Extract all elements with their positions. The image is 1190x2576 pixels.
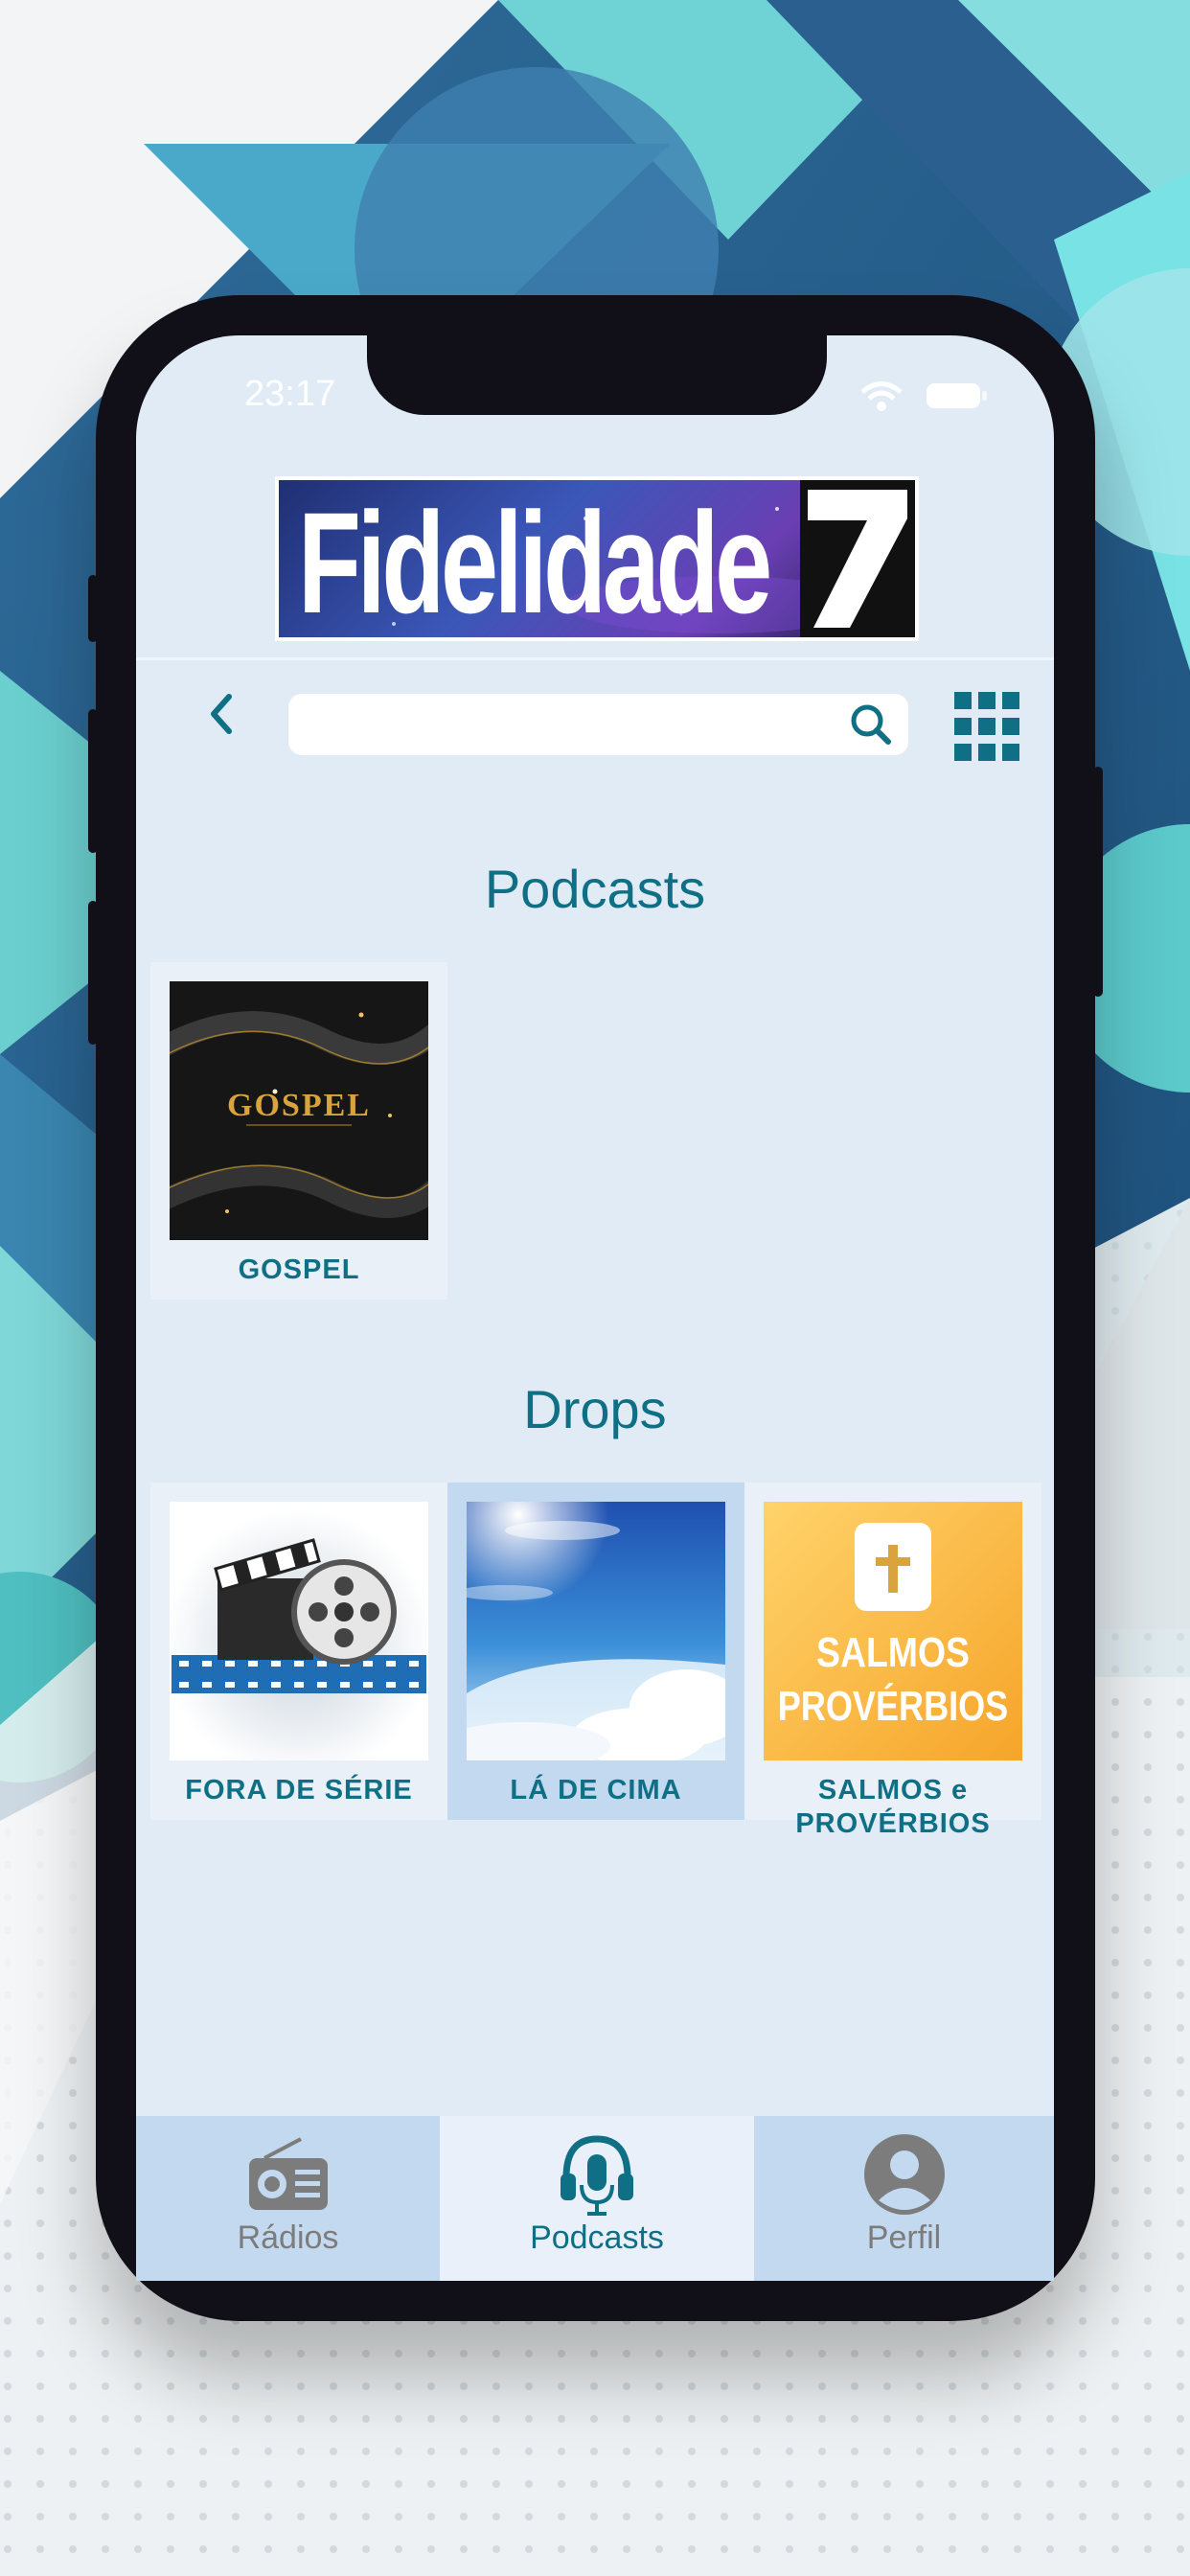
card-label-gospel: GOSPEL: [238, 1254, 360, 1285]
header-divider: [136, 657, 1054, 660]
tab-perfil[interactable]: Perfil: [754, 2116, 1054, 2281]
drop-card-fora-de-serie[interactable]: FORA DE SÉRIE: [150, 1483, 447, 1820]
tab-label-podcasts: Podcasts: [530, 2220, 664, 2256]
drop-card-la-de-cima[interactable]: LÁ DE CIMA: [447, 1483, 744, 1820]
tab-label-perfil: Perfil: [866, 2220, 942, 2256]
tab-radios[interactable]: Rádios: [136, 2116, 440, 2281]
gospel-cover-text: GOSPEL: [227, 1088, 371, 1123]
drop-card-salmos-proverbios[interactable]: SALMOS PROVÉRBIOS SALMOS e PROVÉRBIOS: [744, 1483, 1041, 1839]
fora-de-serie-cover-image: [170, 1502, 428, 1760]
section-title-podcasts: Podcasts: [484, 859, 706, 919]
logo-text: Fidelidade: [298, 482, 772, 641]
tab-label-radios: Rádios: [237, 2220, 339, 2256]
film-reel-art: [172, 1538, 426, 1693]
card-label-fora-de-serie: FORA DE SÉRIE: [185, 1775, 413, 1806]
la-de-cima-cover-image: [467, 1502, 725, 1760]
phone-power-button: [1093, 767, 1103, 997]
user-icon: [863, 2134, 945, 2215]
search-input[interactable]: [288, 694, 908, 755]
salmos-cover-text-1: SALMOS: [816, 1628, 970, 1676]
tab-podcasts[interactable]: Podcasts: [440, 2116, 754, 2281]
card-label-salmos-proverbios: SALMOS e PROVÉRBIOS: [795, 1775, 991, 1839]
grid-view-icon[interactable]: [954, 692, 1019, 761]
wifi-icon: [860, 381, 903, 411]
section-title-drops: Drops: [523, 1379, 667, 1439]
gospel-cover-image: GOSPEL: [170, 981, 428, 1240]
back-button[interactable]: [196, 685, 244, 743]
search-icon[interactable]: [849, 702, 893, 747]
salmos-cover-image: SALMOS PROVÉRBIOS: [764, 1502, 1022, 1760]
gospel-cover-art: GOSPEL: [170, 981, 428, 1240]
logo-seven: [800, 480, 915, 637]
radio-icon: [248, 2137, 328, 2210]
headphones-mic-icon: [561, 2135, 633, 2216]
bottom-tab-bar: Rádios Podcasts Perfil: [136, 2116, 1054, 2281]
podcast-card-gospel[interactable]: GOSPEL GOSPEL: [150, 962, 447, 1300]
phone-volume-up-button: [88, 709, 98, 853]
phone-notch: [367, 331, 827, 415]
battery-icon: [927, 383, 987, 408]
sky-clouds-art: [467, 1502, 725, 1760]
phone-volume-down-button: [88, 901, 98, 1045]
app-logo: Fidelidade: [275, 476, 919, 641]
salmos-cover-art: SALMOS PROVÉRBIOS: [778, 1523, 1008, 1730]
phone-side-button: [88, 575, 98, 642]
card-label-la-de-cima: LÁ DE CIMA: [510, 1775, 682, 1806]
status-time: 23:17: [244, 374, 336, 414]
salmos-cover-text-2: PROVÉRBIOS: [778, 1683, 1008, 1730]
